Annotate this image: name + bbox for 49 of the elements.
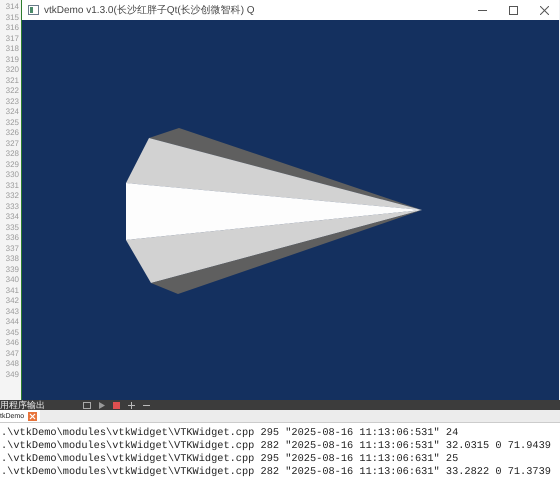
log-line: .\vtkDemo\modules\vtkWidget\VTKWidget.cpp 282 "2025-08-16 11:13:06:531" 32.0315 0 71.9439 bbox=[1, 440, 552, 453]
line-number: 348 bbox=[4, 359, 20, 370]
line-number: 329 bbox=[4, 160, 20, 170]
line-number: 322 bbox=[4, 86, 20, 96]
line-number: 314 bbox=[4, 2, 20, 12]
line-number: 315 bbox=[4, 12, 20, 23]
line-number: 332 bbox=[4, 191, 20, 202]
line-number: 327 bbox=[4, 138, 20, 149]
line-number: 320 bbox=[4, 65, 20, 76]
line-number: 346 bbox=[4, 338, 20, 348]
line-number: 343 bbox=[4, 306, 20, 317]
line-number: 347 bbox=[4, 348, 20, 359]
log-line: .\vtkDemo\modules\vtkWidget\VTKWidget.cpp 282 "2025-08-16 11:13:06:631" 33.2822 0 71.3739 bbox=[1, 466, 552, 479]
line-number: 334 bbox=[4, 212, 20, 222]
window-title: vtkDemo v1.3.0(长沙红胖子Qt(长沙创微智科) Q bbox=[44, 4, 255, 17]
line-number: 335 bbox=[4, 222, 20, 233]
window-icon bbox=[28, 5, 39, 15]
line-number: 338 bbox=[4, 254, 20, 264]
line-number: 321 bbox=[4, 76, 20, 86]
line-number: 318 bbox=[4, 44, 20, 54]
log-line: .\vtkDemo\modules\vtkWidget\VTKWidget.cpp 295 "2025-08-16 11:13:06:631" 25 bbox=[1, 453, 460, 466]
play-icon[interactable] bbox=[99, 402, 105, 408]
line-number: 325 bbox=[4, 118, 20, 128]
line-number: 345 bbox=[4, 328, 20, 338]
line-number: 341 bbox=[4, 286, 20, 296]
toolbar-icon[interactable] bbox=[83, 402, 91, 408]
line-number: 342 bbox=[4, 296, 20, 306]
plus-icon[interactable] bbox=[128, 402, 135, 408]
line-number: 331 bbox=[4, 180, 20, 191]
line-number: 323 bbox=[4, 96, 20, 107]
line-number: 317 bbox=[4, 34, 20, 44]
line-number: 349 bbox=[4, 370, 20, 380]
line-number: 339 bbox=[4, 264, 20, 275]
line-number: 328 bbox=[4, 149, 20, 160]
line-number: 316 bbox=[4, 23, 20, 34]
line-number: 344 bbox=[4, 317, 20, 328]
line-number: 337 bbox=[4, 244, 20, 254]
close-icon[interactable] bbox=[540, 6, 549, 14]
line-number: 333 bbox=[4, 202, 20, 212]
line-number: 319 bbox=[4, 54, 20, 65]
line-number: 340 bbox=[4, 275, 20, 286]
line-number: 336 bbox=[4, 233, 20, 244]
maximize-icon[interactable] bbox=[509, 6, 518, 14]
log-line: .\vtkDemo\modules\vtkWidget\VTKWidget.cpp 295 "2025-08-16 11:13:06:531" 24 bbox=[1, 427, 460, 440]
pane-title: 用程序输出 bbox=[0, 400, 45, 410]
line-number: 324 bbox=[4, 107, 20, 118]
stop-icon[interactable] bbox=[113, 402, 120, 408]
line-number: 330 bbox=[4, 170, 20, 180]
line-number: 326 bbox=[4, 128, 20, 138]
